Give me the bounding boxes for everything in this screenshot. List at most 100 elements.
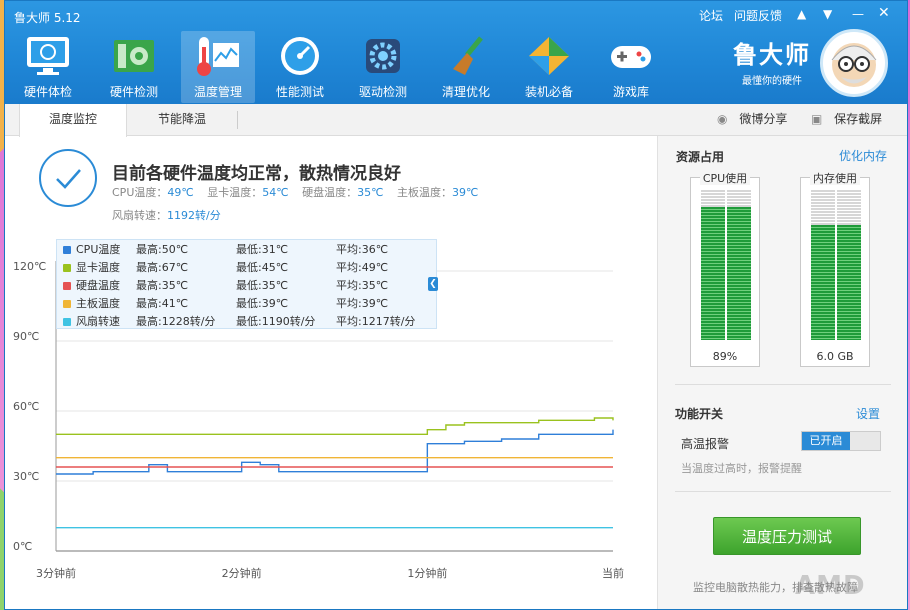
legend-series-name: CPU温度 — [76, 243, 121, 256]
legend-row: 风扇转速 最高:1228转/分 最低:1190转/分 平均:1217转/分 — [63, 313, 433, 331]
app-window: 鲁大师 5.12 论坛 问题反馈 ▲ ▼ — ✕ 硬件体检 硬件检测 温度管理 — [4, 0, 908, 610]
feedback-link[interactable]: 问题反馈 — [734, 7, 782, 24]
cpu-usage-value: 89% — [712, 350, 738, 363]
toolbar-item-performance[interactable]: 性能测试 — [263, 31, 337, 103]
speedometer-icon — [275, 33, 325, 79]
y-tick-label: 120℃ — [13, 260, 46, 273]
stress-test-button[interactable]: 温度压力测试 — [713, 517, 861, 555]
circuit-board-icon — [109, 33, 159, 79]
memory-usage-fill — [837, 224, 861, 340]
x-tick-label: 3分钟前 — [36, 566, 76, 580]
cpu-usage-meter: CPU使用 89% — [690, 172, 760, 367]
toolbar-item-cleanup[interactable]: 清理优化 — [429, 31, 503, 103]
legend-avg: 平均:36℃ — [336, 243, 389, 256]
weibo-icon: ◉ — [717, 112, 728, 126]
legend-series-name: 主板温度 — [76, 297, 120, 310]
status-headline: 目前各硬件温度均正常，散热情况良好 — [112, 164, 401, 184]
legend-max: 最高:41℃ — [136, 297, 189, 310]
toggle-on-state: 已开启 — [802, 432, 850, 450]
legend-min: 最低:35℃ — [236, 279, 289, 292]
toolbar-item-temperature[interactable]: 温度管理 — [181, 31, 255, 103]
monitor-icon — [23, 33, 73, 79]
save-screenshot-button[interactable]: ▣ 保存截屏 — [811, 104, 882, 136]
legend-min: 最低:31℃ — [236, 243, 289, 256]
alarm-description: 当温度过高时，报警提醒 — [681, 462, 802, 475]
menu-icon[interactable]: ▼ — [823, 7, 832, 21]
legend-max: 最高:67℃ — [136, 261, 189, 274]
legend-series-name: 风扇转速 — [76, 315, 120, 328]
fan-speed-value: 1192转/分 — [167, 209, 221, 222]
divider — [675, 384, 891, 385]
board-temp-value: 39℃ — [451, 186, 479, 199]
toolbar-item-hardware-detect[interactable]: 硬件检测 — [97, 31, 171, 103]
minimize-icon[interactable]: — — [852, 7, 864, 21]
legend-row: 硬盘温度 最高:35℃ 最低:35℃ 平均:35℃ — [63, 277, 433, 295]
y-tick-label: 90℃ — [13, 330, 39, 343]
tab-energy-saving[interactable]: 节能降温 — [127, 104, 237, 136]
legend-row: 显卡温度 最高:67℃ 最低:45℃ 平均:49℃ — [63, 259, 433, 277]
legend-max: 最高:50℃ — [136, 243, 189, 256]
cpu-usage-fill — [701, 206, 725, 340]
legend-swatch — [63, 246, 71, 254]
legend-max: 最高:35℃ — [136, 279, 189, 292]
brand-slogan: 最懂你的硬件 — [742, 76, 802, 87]
cpu-temp-value: 49℃ — [167, 186, 194, 199]
legend-avg: 平均:35℃ — [336, 279, 389, 292]
amd-watermark: AMD — [795, 571, 866, 601]
forum-link[interactable]: 论坛 — [699, 7, 723, 24]
high-temp-alarm-toggle[interactable]: 已开启 — [801, 431, 881, 451]
temperature-summary: CPU温度：49℃ 显卡温度：54℃ 硬盘温度：35℃ 主板温度：39℃ — [112, 186, 479, 199]
disk-temp-value: 35℃ — [357, 186, 384, 199]
gpu-temp-value: 54℃ — [262, 186, 289, 199]
resources-title: 资源占用 — [676, 150, 725, 164]
memory-usage-fill — [811, 224, 835, 340]
legend-series-name: 显卡温度 — [76, 261, 120, 274]
legend-row: CPU温度 最高:50℃ 最低:31℃ 平均:36℃ — [63, 241, 433, 259]
gear-icon — [358, 33, 408, 79]
camera-icon: ▣ — [811, 112, 823, 126]
tab-separator — [237, 111, 238, 129]
y-tick-label: 0℃ — [13, 540, 32, 553]
collapse-legend-button[interactable]: ❮ — [428, 277, 438, 291]
toolbar-item-hardware-checkup[interactable]: 硬件体检 — [11, 31, 85, 103]
toolbar-item-driver[interactable]: 驱动检测 — [346, 31, 420, 103]
legend-row: 主板温度 最高:41℃ 最低:39℃ 平均:39℃ — [63, 295, 433, 313]
legend-min: 最低:39℃ — [236, 297, 289, 310]
legend-swatch — [63, 282, 71, 290]
legend-series-name: 硬盘温度 — [76, 279, 120, 292]
legend-avg: 平均:39℃ — [336, 297, 389, 310]
y-tick-label: 30℃ — [13, 470, 39, 483]
cpu-usage-label: CPU使用 — [699, 172, 751, 185]
optimize-memory-link[interactable]: 优化内存 — [839, 147, 887, 164]
features-title: 功能开关 — [675, 407, 724, 421]
toolbar-item-essentials[interactable]: 装机必备 — [512, 31, 586, 103]
broom-icon — [441, 33, 491, 79]
toolbar-item-games[interactable]: 游戏库 — [594, 31, 668, 103]
legend-max: 最高:1228转/分 — [136, 315, 216, 328]
divider — [675, 491, 891, 492]
close-icon[interactable]: ✕ — [878, 5, 890, 21]
settings-link[interactable]: 设置 — [856, 405, 880, 422]
tab-temperature-monitor[interactable]: 温度监控 — [19, 104, 127, 137]
legend-swatch — [63, 300, 71, 308]
legend-min: 最低:1190转/分 — [236, 315, 316, 328]
cpu-usage-fill — [727, 206, 751, 340]
x-tick-label: 2分钟前 — [222, 566, 262, 580]
memory-usage-meter: 内存使用 6.0 GB — [800, 172, 870, 367]
gamepad-icon — [606, 33, 656, 79]
y-tick-label: 60℃ — [13, 400, 39, 413]
chart-legend: CPU温度 最高:50℃ 最低:31℃ 平均:36℃ 显卡温度 最高:67℃ 最低:45℃ 平… — [56, 239, 437, 329]
top-bar: 鲁大师 5.12 论坛 问题反馈 ▲ ▼ — ✕ 硬件体检 硬件检测 温度管理 — [5, 1, 907, 104]
x-tick-label: 1分钟前 — [407, 566, 447, 580]
weibo-share-button[interactable]: ◉ 微博分享 — [717, 104, 787, 136]
brand-name: 鲁大师 — [733, 41, 811, 69]
skin-icon[interactable]: ▲ — [797, 7, 806, 21]
legend-min: 最低:45℃ — [236, 261, 289, 274]
high-temp-alarm-label: 高温报警 — [681, 437, 730, 451]
x-tick-label: 当前 — [602, 566, 624, 580]
legend-avg: 平均:1217转/分 — [336, 315, 416, 328]
fan-speed: 风扇转速：1192转/分 — [112, 209, 221, 222]
memory-usage-value: 6.0 GB — [816, 350, 854, 363]
memory-usage-label: 内存使用 — [810, 172, 860, 185]
legend-swatch — [63, 264, 71, 272]
